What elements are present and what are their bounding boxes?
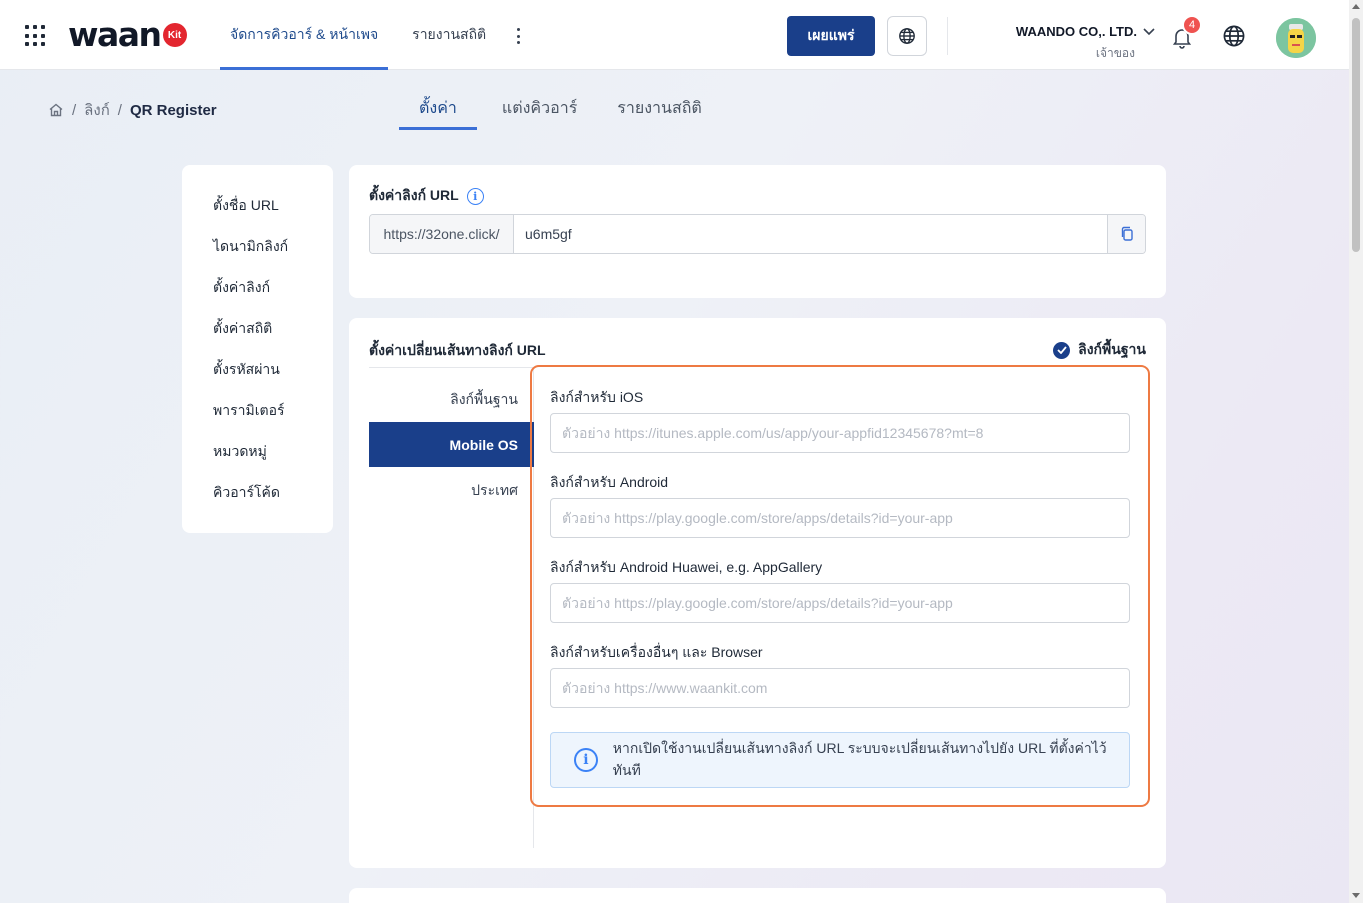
android-link-label: ลิงก์สำหรับ Android: [550, 474, 669, 490]
notification-badge: 4: [1182, 15, 1202, 35]
basic-link-label: ลิงก์พื้นฐาน: [1078, 341, 1146, 357]
url-settings-title: ตั้งค่าลิงก์ URL i: [369, 185, 484, 207]
scroll-up-icon[interactable]: [1352, 4, 1360, 9]
android-link-input[interactable]: [550, 498, 1130, 538]
company-name: WAANDO CO,. LTD.: [1015, 24, 1137, 39]
other-link-label: ลิงก์สำหรับเครื่องอื่นๆ และ Browser: [550, 644, 763, 660]
home-icon[interactable]: [48, 102, 64, 118]
kebab-menu-icon[interactable]: [510, 25, 526, 47]
ios-link-input[interactable]: [550, 413, 1130, 453]
nav-item-statistics[interactable]: รายงานสถิติ: [402, 0, 496, 70]
main-nav: จัดการคิวอาร์ & หน้าเพจ รายงานสถิติ: [220, 0, 496, 70]
redirect-info-message: หากเปิดใช้งานเปลี่ยนเส้นทางลิงก์ URL ระบ…: [612, 740, 1107, 778]
huawei-link-label: ลิงก์สำหรับ Android Huawei, e.g. AppGall…: [550, 559, 823, 575]
url-input-group: https://32one.click/: [369, 214, 1146, 254]
ios-link-label: ลิงก์สำหรับ iOS: [550, 389, 644, 405]
header-divider: [947, 17, 948, 55]
next-settings-card: [349, 888, 1166, 903]
menu-item-dynamic-link[interactable]: ไดนามิกลิงก์: [182, 226, 333, 267]
huawei-link-input[interactable]: [550, 583, 1130, 623]
url-prefix: https://32one.click/: [370, 215, 514, 253]
vtab-country[interactable]: ประเทศ: [369, 468, 534, 513]
top-bar: waan Kit จัดการคิวอาร์ & หน้าเพจ รายงานส…: [0, 0, 1349, 70]
menu-item-link-settings[interactable]: ตั้งค่าลิงก์: [182, 267, 333, 308]
breadcrumb-separator: /: [72, 101, 77, 119]
tab-settings[interactable]: ตั้งค่า: [399, 86, 477, 130]
avatar[interactable]: [1276, 18, 1316, 58]
logo-badge: Kit: [162, 23, 187, 47]
menu-item-url-name[interactable]: ตั้งชื่อ URL: [182, 185, 333, 226]
globe-icon[interactable]: [1222, 24, 1246, 48]
redirect-settings-card: ตั้งค่าเปลี่ยนเส้นทางลิงก์ URL ลิงก์พื้น…: [349, 318, 1166, 868]
company-role: เจ้าของ: [1095, 46, 1135, 60]
settings-side-menu: ตั้งชื่อ URL ไดนามิกลิงก์ ตั้งค่าลิงก์ ต…: [182, 165, 333, 533]
basic-link-checkbox[interactable]: ลิงก์พื้นฐาน: [1053, 339, 1146, 361]
breadcrumb-current: QR Register: [129, 101, 217, 119]
copy-icon: [1121, 226, 1133, 241]
nav-item-manage-qr[interactable]: จัดการคิวอาร์ & หน้าเพจ: [220, 0, 389, 70]
menu-item-parameters[interactable]: พารามิเตอร์: [182, 390, 333, 431]
url-settings-title-text: ตั้งค่าลิงก์ URL: [369, 187, 459, 203]
breadcrumb-links[interactable]: ลิงก์: [84, 98, 110, 122]
url-settings-card: ตั้งค่าลิงก์ URL i https://32one.click/: [349, 165, 1166, 298]
info-icon: i: [574, 748, 598, 772]
tab-customize-qr[interactable]: แต่งคิวอาร์: [482, 86, 597, 130]
url-slug-input[interactable]: [514, 215, 1107, 253]
tab-divider: [369, 367, 534, 368]
menu-item-stat-settings[interactable]: ตั้งค่าสถิติ: [182, 308, 333, 349]
redirect-info-alert: i หากเปิดใช้งานเปลี่ยนเส้นทางลิงก์ URL ร…: [550, 732, 1130, 788]
scroll-thumb[interactable]: [1352, 18, 1360, 252]
logo[interactable]: waan Kit: [68, 14, 187, 54]
menu-item-qr-code[interactable]: คิวอาร์โค้ด: [182, 472, 333, 513]
globe-button[interactable]: [887, 16, 927, 56]
chevron-down-icon: [1143, 27, 1155, 35]
vtab-basic-link[interactable]: ลิงก์พื้นฐาน: [369, 377, 534, 422]
publish-button[interactable]: เผยแพร่: [787, 16, 875, 56]
avatar-image: [1276, 18, 1316, 58]
vtab-mobile-os[interactable]: Mobile OS: [369, 422, 534, 467]
menu-item-password[interactable]: ตั้งรหัสผ่าน: [182, 349, 333, 390]
menu-item-category[interactable]: หมวดหมู่: [182, 431, 333, 472]
info-icon[interactable]: i: [466, 187, 484, 205]
page-scrollbar[interactable]: [1349, 0, 1363, 903]
redirect-settings-title: ตั้งค่าเปลี่ยนเส้นทางลิงก์ URL: [369, 342, 546, 358]
scroll-down-icon[interactable]: [1352, 893, 1360, 898]
check-icon: [1053, 341, 1071, 359]
logo-text: waan: [68, 14, 162, 54]
copy-button[interactable]: [1107, 215, 1145, 253]
apps-grid-icon[interactable]: [25, 25, 47, 47]
company-switcher[interactable]: WAANDO CO,. LTD. เจ้าของ: [1005, 24, 1155, 63]
other-link-input[interactable]: [550, 668, 1130, 708]
breadcrumb-separator: /: [117, 101, 122, 119]
settings-tabs: ตั้งค่า แต่งคิวอาร์ รายงานสถิติ: [399, 86, 722, 130]
globe-icon: [899, 28, 915, 44]
tab-statistics[interactable]: รายงานสถิติ: [597, 86, 722, 130]
breadcrumb: / ลิงก์ / QR Register: [48, 98, 217, 122]
